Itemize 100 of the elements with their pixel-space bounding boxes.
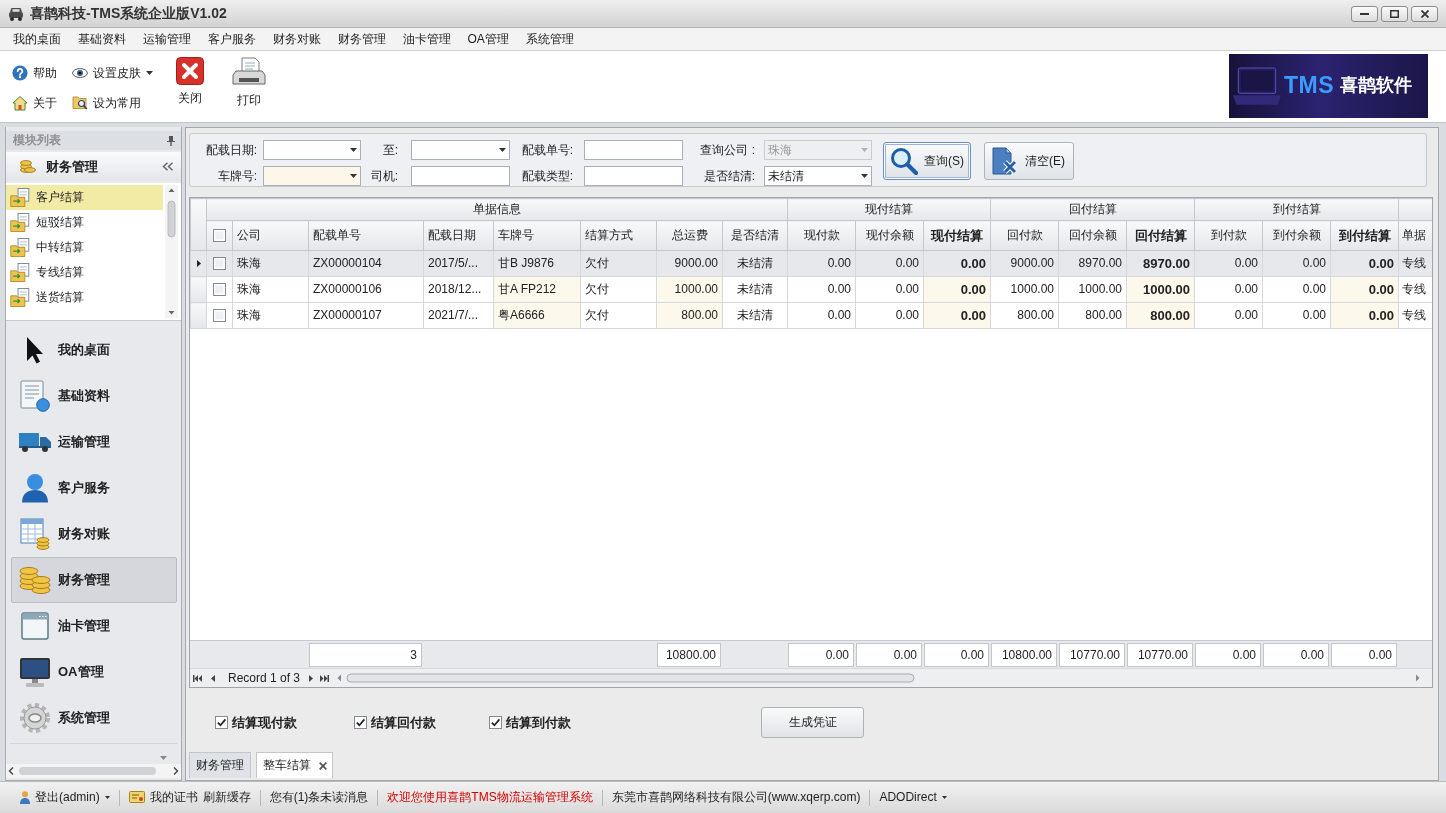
- nav-item[interactable]: 运输管理: [11, 419, 177, 465]
- group-header[interactable]: 财务管理: [6, 152, 181, 181]
- status-text[interactable]: ADODirect: [879, 790, 937, 805]
- table-cell: 1000.00: [656, 276, 723, 303]
- column-header[interactable]: 现付款: [787, 220, 856, 251]
- printer-icon: [232, 57, 266, 87]
- generate-voucher-button[interactable]: 生成凭证: [761, 707, 864, 738]
- nav-item[interactable]: 财务对账: [11, 511, 177, 557]
- status-text[interactable]: 登出(admin): [35, 790, 100, 805]
- caret-icon: [350, 174, 357, 178]
- toolbar-button[interactable]: 设为常用: [72, 95, 141, 111]
- input-field[interactable]: [584, 166, 683, 186]
- nav-item[interactable]: 客户服务: [11, 465, 177, 511]
- status-text[interactable]: 您有(1)条未读消息: [269, 790, 369, 805]
- coins-icon: [19, 566, 51, 594]
- caret-icon: [499, 148, 506, 152]
- first-page-icon[interactable]: [193, 674, 202, 682]
- table-row[interactable]: 珠海 ZX00000106 2018/12... 甘A FP212 欠付 1000.00 未结清 0.00 0.00 0.00 1000.00 1000.00 1000.00 0.00 0.00 0.00 专线: [190, 276, 1432, 303]
- status-text[interactable]: 我的证书: [149, 790, 198, 805]
- clear-button[interactable]: 清空(E): [984, 142, 1074, 180]
- column-header[interactable]: 回付款: [990, 220, 1059, 251]
- collapse-icon[interactable]: [162, 162, 173, 171]
- column-header[interactable]: 是否结清: [722, 220, 788, 251]
- sidebar-item[interactable]: 客户结算: [6, 185, 163, 210]
- last-page-icon[interactable]: [320, 674, 330, 682]
- status-text[interactable]: 东莞市喜鹊网络科技有限公司(www.xqerp.com): [611, 790, 861, 805]
- column-header[interactable]: 结算方式: [580, 220, 657, 251]
- option-checkbox[interactable]: 结算现付款: [215, 714, 297, 731]
- table-cell: 8970.00: [1126, 250, 1195, 277]
- column-header[interactable]: 回付余额: [1058, 220, 1127, 251]
- column-header[interactable]: 到付款: [1194, 220, 1263, 251]
- sidebar-item[interactable]: 送货结算: [6, 285, 163, 310]
- nav-item[interactable]: 基础资料: [11, 373, 177, 419]
- toolbar-button[interactable]: 关于: [12, 95, 57, 111]
- minimize-button[interactable]: [1351, 5, 1378, 22]
- menu-item[interactable]: 财务管理: [329, 31, 394, 47]
- row-checkbox[interactable]: [213, 257, 226, 270]
- dropdown-field[interactable]: [263, 166, 361, 186]
- column-header[interactable]: 公司: [232, 220, 309, 251]
- prev-page-icon[interactable]: [211, 674, 215, 682]
- table-cell: 0.00: [1194, 250, 1263, 277]
- toolbar-button[interactable]: 打印: [222, 57, 276, 108]
- menu-item[interactable]: 基础资料: [69, 31, 134, 47]
- toolbar-button[interactable]: 关闭: [168, 57, 212, 106]
- menu-item[interactable]: 客户服务: [199, 31, 264, 47]
- input-field[interactable]: [411, 166, 510, 186]
- input-field[interactable]: [584, 140, 683, 160]
- menu-item[interactable]: 系统管理: [517, 31, 583, 47]
- horizontal-scrollbar[interactable]: [6, 763, 181, 778]
- toolbar-button[interactable]: 帮助: [12, 65, 57, 81]
- column-header[interactable]: 总运费: [656, 220, 723, 251]
- vertical-scrollbar[interactable]: [165, 185, 178, 318]
- sidebar-item[interactable]: 中转结算: [6, 235, 163, 260]
- select-all-checkbox[interactable]: [213, 229, 226, 242]
- menu-item[interactable]: 油卡管理: [394, 31, 459, 47]
- column-header[interactable]: 车牌号: [493, 220, 581, 251]
- row-checkbox[interactable]: [213, 283, 226, 296]
- monitor-icon: [19, 656, 51, 688]
- nav-item[interactable]: OA管理: [11, 649, 177, 695]
- horizontal-scrollbar[interactable]: [336, 672, 1422, 684]
- dropdown-field[interactable]: 未结清: [764, 166, 872, 186]
- menu-item[interactable]: OA管理: [459, 31, 518, 47]
- search-icon: [890, 147, 918, 175]
- nav-item[interactable]: 财务管理: [11, 557, 177, 603]
- table-row[interactable]: 珠海 ZX00000104 2017/5/... 甘B J9876 欠付 9000.00 未结清 0.00 0.00 0.00 9000.00 8970.00 8970.00 0.00 0.00 0.00 专线: [190, 250, 1432, 277]
- nav-item[interactable]: 我的桌面: [11, 327, 177, 373]
- menu-item[interactable]: 运输管理: [134, 31, 199, 47]
- column-header[interactable]: 到付结算: [1330, 220, 1399, 251]
- column-header[interactable]: 配载单号: [308, 220, 424, 251]
- option-checkbox[interactable]: 结算回付款: [354, 714, 436, 731]
- column-header[interactable]: 配载日期: [423, 220, 494, 251]
- column-header[interactable]: 现付结算: [923, 220, 991, 251]
- next-page-icon[interactable]: [309, 674, 314, 682]
- close-icon[interactable]: [319, 761, 327, 770]
- column-header[interactable]: 回付结算: [1126, 220, 1195, 251]
- menu-item[interactable]: 财务对账: [264, 31, 329, 47]
- status-text[interactable]: 刷新缓存: [202, 790, 251, 805]
- column-header[interactable]: 现付余额: [855, 220, 924, 251]
- dropdown-field[interactable]: [263, 140, 361, 160]
- tab[interactable]: 财务管理: [189, 752, 251, 778]
- tab[interactable]: 整车结算: [256, 752, 333, 778]
- option-checkbox[interactable]: 结算到付款: [489, 714, 571, 731]
- table-cell: 2017/5/...: [423, 250, 494, 277]
- column-header[interactable]: 到付余额: [1262, 220, 1331, 251]
- sidebar-item[interactable]: 专线结算: [6, 260, 163, 285]
- sidebar-item[interactable]: 短驳结算: [6, 210, 163, 235]
- close-button[interactable]: [1411, 5, 1438, 22]
- toolbar-button[interactable]: 设置皮肤: [72, 65, 153, 81]
- status-text[interactable]: 欢迎您使用喜鹊TMS物流运输管理系统: [387, 790, 593, 805]
- pin-icon[interactable]: [167, 135, 175, 146]
- summary-cell: 0.00: [1195, 643, 1261, 667]
- query-button[interactable]: 查询(S): [883, 142, 971, 180]
- scroll-down-icon[interactable]: [160, 756, 167, 760]
- maximize-button[interactable]: [1381, 5, 1408, 22]
- nav-item[interactable]: 系统管理: [11, 695, 177, 741]
- table-row[interactable]: 珠海 ZX00000107 2021/7/... 粤A6666 欠付 800.00 未结清 0.00 0.00 0.00 800.00 800.00 800.00 0.00 0.00 0.00 专线: [190, 302, 1432, 329]
- row-checkbox[interactable]: [213, 309, 226, 322]
- dropdown-field[interactable]: [411, 140, 510, 160]
- nav-item[interactable]: 油卡管理: [11, 603, 177, 649]
- menu-item[interactable]: 我的桌面: [4, 31, 69, 47]
